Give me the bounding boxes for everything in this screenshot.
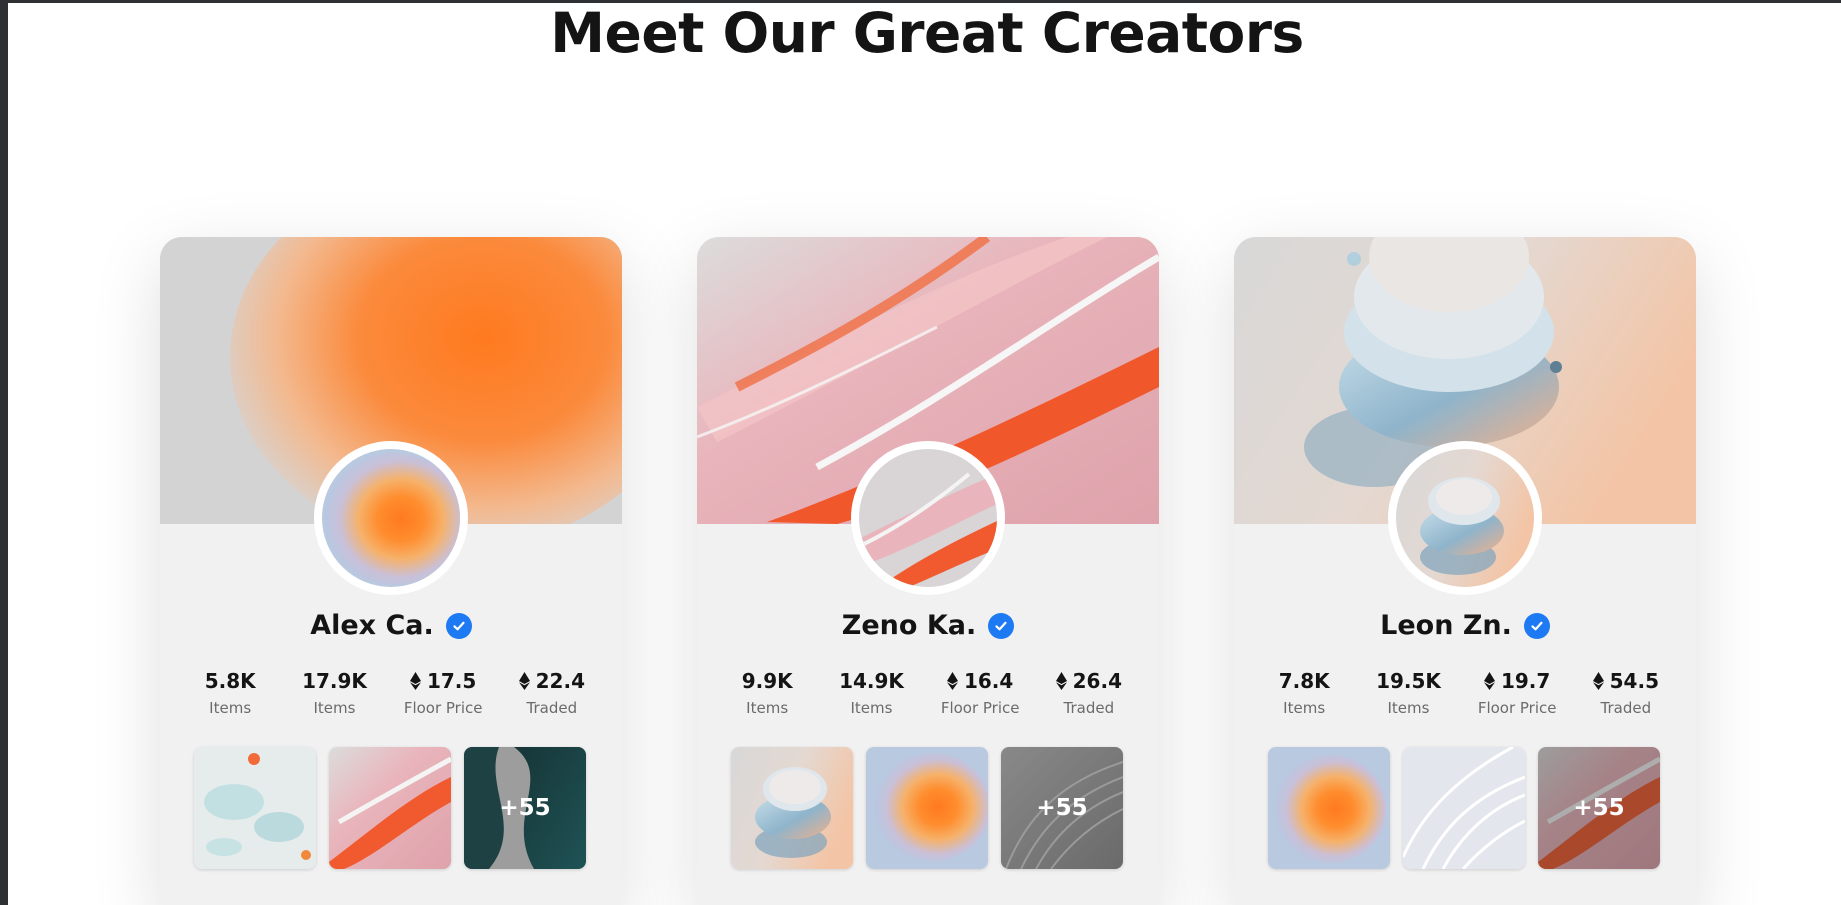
verified-badge-icon [1523,612,1550,639]
stat-floor-price: 16.4 Floor Price [941,669,1020,717]
collection-thumbnail[interactable] [329,747,451,869]
stat-value: 9.9K [741,669,793,693]
stat-items: 9.9K Items [732,669,802,717]
creator-name[interactable]: Alex Ca. [310,610,434,641]
creator-collection: +55 [731,747,1123,869]
avatar[interactable] [1388,441,1542,595]
creator-stats: 7.8K Items 19.5K Items 19.7 Floor Price … [1252,669,1678,717]
stat-label: Items [1387,699,1430,717]
avatar[interactable] [851,441,1005,595]
stat-number: 19.7 [1500,669,1551,693]
stat-label: Traded [526,699,578,717]
collection-thumbnail-more[interactable]: +55 [464,747,586,869]
collection-thumbnail[interactable] [1268,747,1390,869]
stat-value: 14.9K [839,669,904,693]
creator-stats: 5.8K Items 17.9K Items 17.5 Floor Price … [178,669,604,717]
stat-value: 19.5K [1376,669,1441,693]
section-title: Meet Our Great Creators [550,3,1304,65]
verified-badge-icon [988,612,1015,639]
creators-section: Meet Our Great Creators Alex Ca. 5.8K It… [8,3,1841,905]
stat-label: Items [746,699,789,717]
stat-label: Items [850,699,893,717]
creator-card-alex[interactable]: Alex Ca. 5.8K Items 17.9K Items 17.5 Flo… [160,237,622,905]
stat-label: Items [1283,699,1326,717]
stat-value: 17.9K [302,669,367,693]
stat-value: 54.5 [1592,669,1659,693]
stat-value: 22.4 [518,669,585,693]
creator-name[interactable]: Zeno Ka. [842,610,976,641]
collection-thumbnail[interactable] [866,747,988,869]
collection-thumbnail[interactable] [194,747,316,869]
stat-label: Floor Price [403,699,483,717]
stat-label: Items [313,699,356,717]
stat-items: 5.8K Items [195,669,265,717]
collection-thumbnail[interactable] [1403,747,1525,869]
collection-thumbnail-more[interactable]: +55 [1001,747,1123,869]
ethereum-icon [1055,672,1067,690]
creator-collection: +55 [1268,747,1660,869]
stat-number: 16.4 [963,669,1014,693]
stat-items: 7.8K Items [1269,669,1339,717]
stat-label: Items [209,699,252,717]
collection-thumbnail-more[interactable]: +55 [1538,747,1660,869]
collection-thumbnail[interactable] [731,747,853,869]
avatar[interactable] [314,441,468,595]
stat-items: 19.5K Items [1373,669,1443,717]
creator-name[interactable]: Leon Zn. [1380,610,1512,641]
stat-number: 17.5 [426,669,477,693]
stat-label: Traded [1063,699,1115,717]
ethereum-icon [518,672,530,690]
stat-items: 14.9K Items [836,669,906,717]
more-count[interactable]: +55 [464,747,586,869]
stat-items: 17.9K Items [299,669,369,717]
stat-traded: 54.5 Traded [1591,669,1661,717]
ethereum-icon [946,672,958,690]
stat-value: 16.4 [946,669,1014,693]
stat-value: 7.8K [1278,669,1330,693]
ethereum-icon [1483,672,1495,690]
stat-value: 19.7 [1483,669,1551,693]
stat-traded: 26.4 Traded [1054,669,1124,717]
stat-label: Floor Price [1477,699,1557,717]
stat-number: 54.5 [1609,669,1659,693]
stat-number: 26.4 [1072,669,1122,693]
verified-badge-icon [445,612,472,639]
stat-value: 5.8K [204,669,256,693]
stat-floor-price: 17.5 Floor Price [404,669,483,717]
stat-value: 26.4 [1055,669,1122,693]
creator-stats: 9.9K Items 14.9K Items 16.4 Floor Price … [715,669,1141,717]
more-count[interactable]: +55 [1001,747,1123,869]
stat-floor-price: 19.7 Floor Price [1478,669,1557,717]
stat-label: Traded [1600,699,1652,717]
stat-label: Floor Price [940,699,1020,717]
ethereum-icon [409,672,421,690]
more-count[interactable]: +55 [1538,747,1660,869]
stat-value: 17.5 [409,669,477,693]
stat-traded: 22.4 Traded [517,669,587,717]
creator-card-zeno[interactable]: Zeno Ka. 9.9K Items 14.9K Items 16.4 Flo… [697,237,1159,905]
ethereum-icon [1592,672,1604,690]
creator-collection: +55 [194,747,586,869]
creator-card-leon[interactable]: Leon Zn. 7.8K Items 19.5K Items 19.7 Flo… [1234,237,1696,905]
stat-number: 22.4 [535,669,585,693]
